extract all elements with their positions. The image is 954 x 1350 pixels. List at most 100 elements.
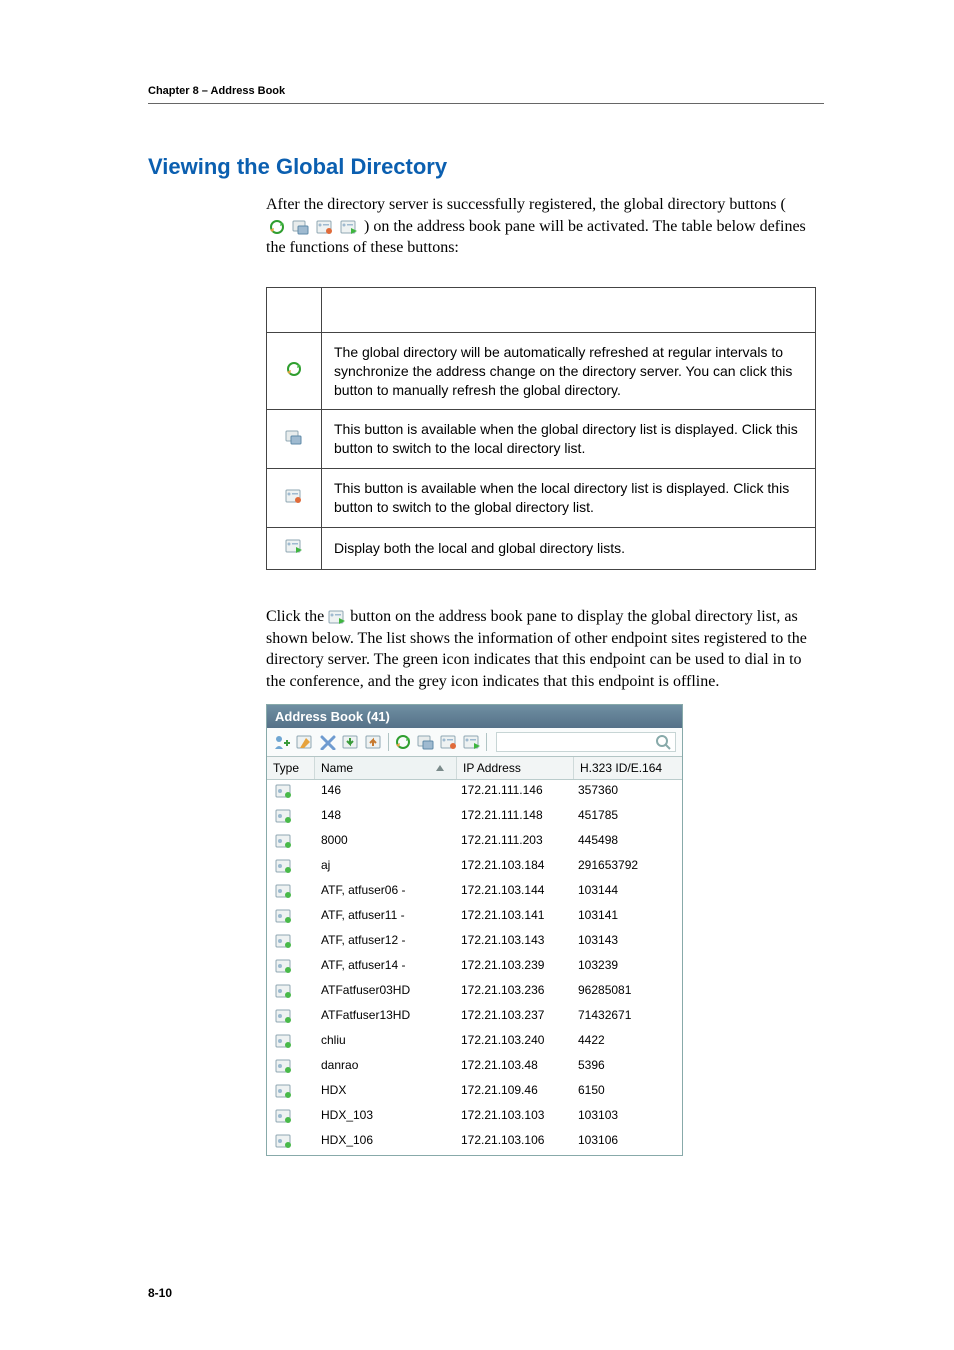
cell-ip: 172.21.109.46	[457, 1083, 574, 1102]
col-type[interactable]: Type	[267, 757, 315, 779]
cell-ip: 172.21.103.237	[457, 1008, 574, 1027]
switch-local-icon	[292, 219, 310, 235]
address-book-panel: Address Book (41) Type Name	[266, 704, 683, 1156]
table-row[interactable]: 8000172.21.111.203445498	[267, 830, 682, 855]
switch-global-button[interactable]	[440, 734, 458, 750]
cell-ext: 445498	[574, 833, 682, 852]
col-ext[interactable]: H.323 ID/E.164	[574, 757, 682, 779]
export-button[interactable]	[365, 734, 383, 750]
table-row[interactable]: 146172.21.111.146357360	[267, 780, 682, 805]
table-row[interactable]: danrao172.21.103.485396	[267, 1055, 682, 1080]
cell-ip: 172.21.111.148	[457, 808, 574, 827]
endpoint-icon	[275, 958, 293, 974]
table-row[interactable]: ATF, atfuser06 -172.21.103.144103144	[267, 880, 682, 905]
cell-ip: 172.21.103.236	[457, 983, 574, 1002]
cell-name: ATF, atfuser14 -	[315, 958, 457, 977]
cell-ext: 71432671	[574, 1008, 682, 1027]
refresh-icon	[268, 219, 286, 235]
cell-ip: 172.21.111.203	[457, 833, 574, 852]
cell-ext: 103103	[574, 1108, 682, 1127]
cell-name: HDX	[315, 1083, 457, 1102]
show-both-icon	[328, 609, 346, 625]
show-both-button[interactable]	[463, 734, 481, 750]
endpoint-icon	[275, 933, 293, 949]
cell-name: 148	[315, 808, 457, 827]
col-name-label: Name	[321, 761, 353, 775]
edit-contact-button[interactable]	[296, 734, 314, 750]
refresh-icon	[285, 361, 303, 377]
table-row[interactable]: chliu172.21.103.2404422	[267, 1030, 682, 1055]
endpoint-icon	[275, 883, 293, 899]
endpoint-icon	[275, 1033, 293, 1049]
table-row[interactable]: ATF, atfuser14 -172.21.103.239103239	[267, 955, 682, 980]
table-row[interactable]: ATF, atfuser12 -172.21.103.143103143	[267, 930, 682, 955]
cell-ext: 451785	[574, 808, 682, 827]
endpoint-icon	[275, 783, 293, 799]
endpoint-icon	[275, 908, 293, 924]
cell-ip: 172.21.103.141	[457, 908, 574, 927]
switch-local-button[interactable]	[417, 734, 435, 750]
table-row[interactable]: ATFatfuser03HD172.21.103.23696285081	[267, 980, 682, 1005]
function-table: The global directory will be automatical…	[266, 287, 816, 570]
import-button[interactable]	[342, 734, 360, 750]
endpoint-icon	[275, 1108, 293, 1124]
intro-text-a: After the directory server is successful…	[266, 196, 786, 213]
cell-name: chliu	[315, 1033, 457, 1052]
func-row-text: This button is available when the local …	[322, 469, 816, 528]
second-paragraph: Click the button on the address book pan…	[266, 606, 824, 692]
cell-ip: 172.21.103.143	[457, 933, 574, 952]
table-row[interactable]: HDX172.21.109.466150	[267, 1080, 682, 1105]
cell-ip: 172.21.103.240	[457, 1033, 574, 1052]
add-contact-button[interactable]	[273, 734, 291, 750]
show-both-icon	[340, 219, 358, 235]
cell-name: 146	[315, 783, 457, 802]
endpoint-icon	[275, 1083, 293, 1099]
table-row[interactable]: ATF, atfuser11 -172.21.103.141103141	[267, 905, 682, 930]
cell-name: HDX_103	[315, 1108, 457, 1127]
switch-local-icon	[285, 429, 303, 445]
cell-name: ATF, atfuser11 -	[315, 908, 457, 927]
table-row[interactable]: HDX_103172.21.103.103103103	[267, 1105, 682, 1130]
endpoint-icon	[275, 1133, 293, 1149]
chapter-header: Chapter 8 – Address Book	[148, 85, 824, 104]
address-book-title: Address Book (41)	[267, 705, 682, 728]
cell-ext: 103106	[574, 1133, 682, 1152]
cell-ip: 172.21.103.144	[457, 883, 574, 902]
cell-name: ATF, atfuser06 -	[315, 883, 457, 902]
cell-name: ATFatfuser13HD	[315, 1008, 457, 1027]
func-row-text: This button is available when the global…	[322, 410, 816, 469]
endpoint-icon	[275, 1058, 293, 1074]
switch-global-icon	[285, 488, 303, 504]
endpoint-icon	[275, 1008, 293, 1024]
cell-ext: 103239	[574, 958, 682, 977]
table-row[interactable]: HDX_106172.21.103.106103106	[267, 1130, 682, 1155]
refresh-button[interactable]	[394, 734, 412, 750]
endpoint-icon	[275, 858, 293, 874]
cell-name: ATF, atfuser12 -	[315, 933, 457, 952]
cell-ip: 172.21.103.106	[457, 1133, 574, 1152]
cell-ext: 291653792	[574, 858, 682, 877]
table-row[interactable]: aj172.21.103.184291653792	[267, 855, 682, 880]
cell-ip: 172.21.111.146	[457, 783, 574, 802]
endpoint-icon	[275, 833, 293, 849]
table-row[interactable]: ATFatfuser13HD172.21.103.23771432671	[267, 1005, 682, 1030]
cell-name: aj	[315, 858, 457, 877]
delete-contact-button[interactable]	[319, 734, 337, 750]
search-input[interactable]	[496, 732, 676, 752]
sort-asc-icon	[436, 765, 444, 771]
section-title: Viewing the Global Directory	[148, 154, 824, 180]
address-book-rows: 146172.21.111.146357360148172.21.111.148…	[267, 780, 682, 1155]
search-icon	[655, 734, 671, 750]
intro-paragraph: After the directory server is successful…	[266, 194, 824, 259]
cell-ext: 4422	[574, 1033, 682, 1052]
cell-ext: 5396	[574, 1058, 682, 1077]
cell-ext: 103141	[574, 908, 682, 927]
cell-ip: 172.21.103.239	[457, 958, 574, 977]
page-number: 8-10	[148, 1286, 172, 1300]
col-ip[interactable]: IP Address	[457, 757, 574, 779]
col-name[interactable]: Name	[315, 757, 457, 779]
table-row[interactable]: 148172.21.111.148451785	[267, 805, 682, 830]
cell-name: 8000	[315, 833, 457, 852]
func-row-text: Display both the local and global direct…	[322, 528, 816, 570]
func-row-text: The global directory will be automatical…	[322, 332, 816, 410]
